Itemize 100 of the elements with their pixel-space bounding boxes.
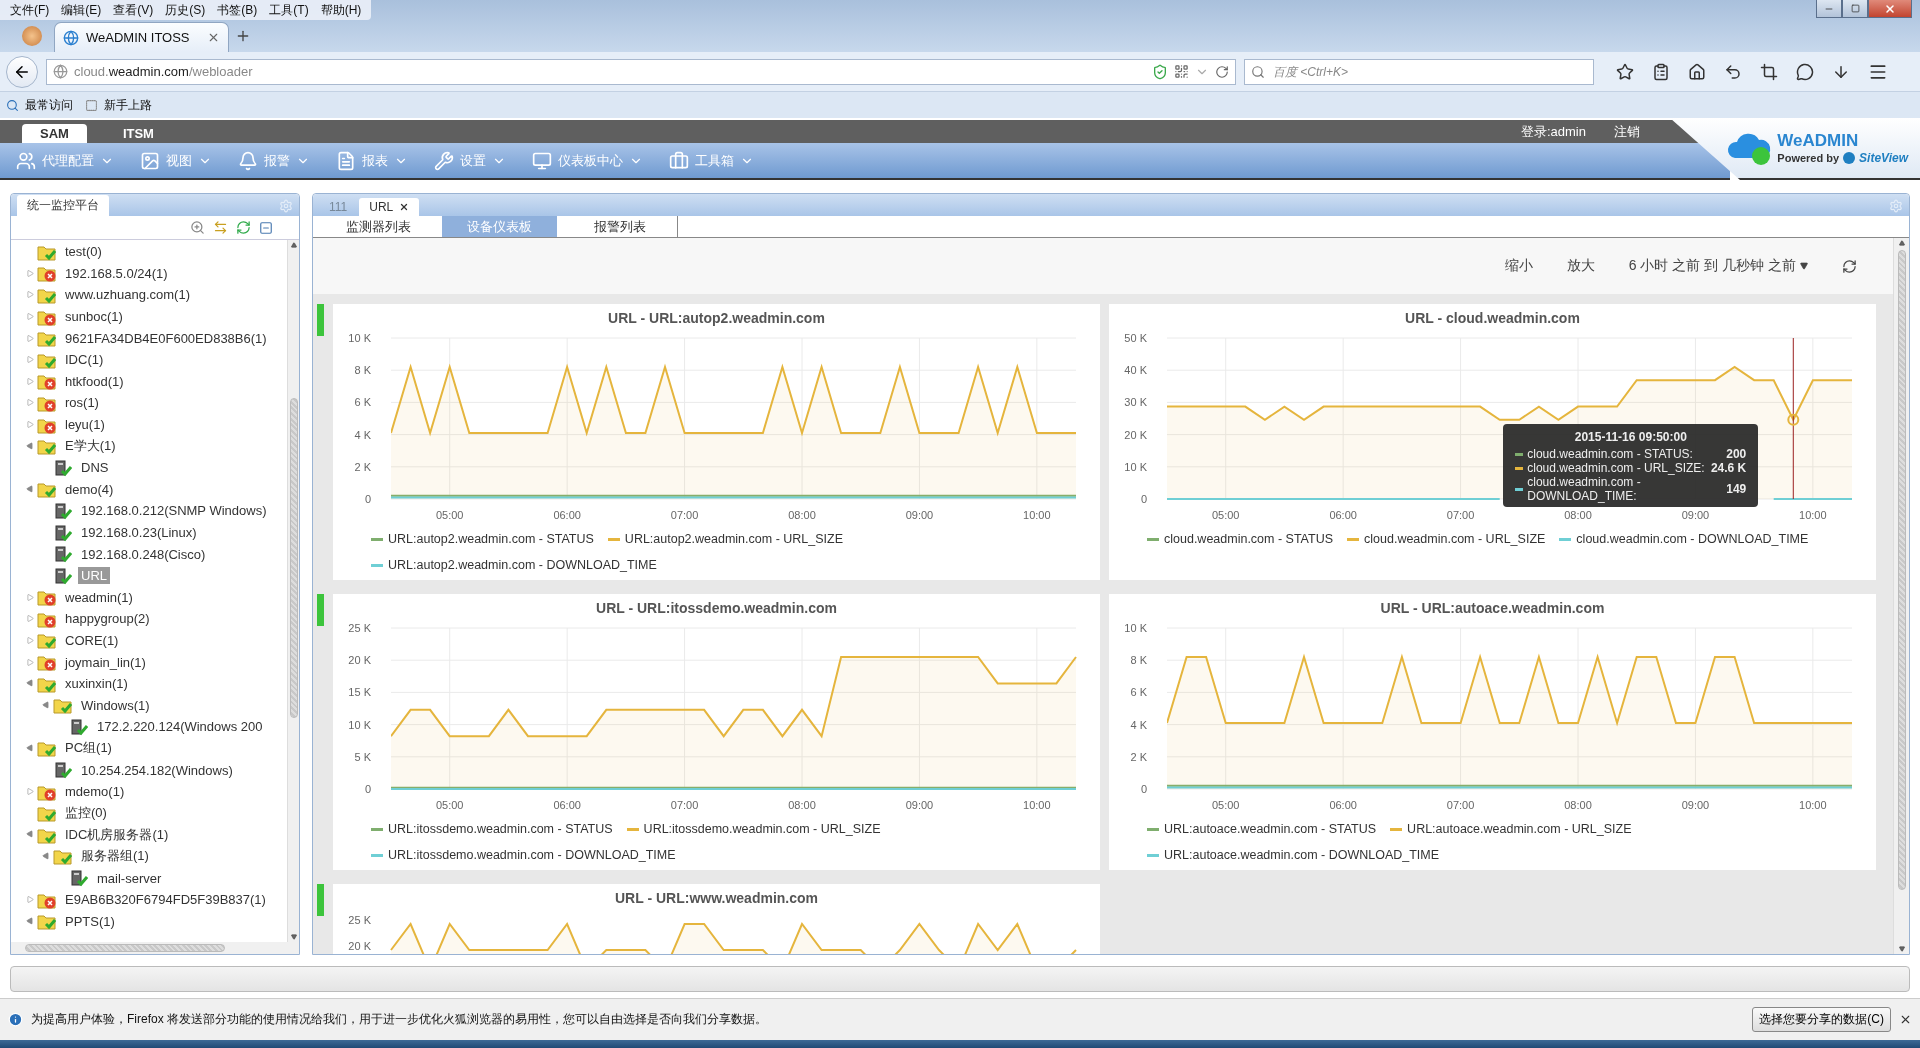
expanded-arrow-icon[interactable] [41, 851, 51, 862]
tree-item[interactable]: E学大(1) [62, 436, 119, 457]
legend-item[interactable]: cloud.weadmin.com - URL_SIZE [1364, 532, 1546, 546]
expanded-arrow-icon[interactable] [25, 743, 35, 754]
tree-item[interactable]: E9AB6B320F6794FD5F39B837(1) [62, 891, 269, 909]
zoom-in-button[interactable]: 放大 [1566, 257, 1595, 275]
chat-icon[interactable] [1796, 62, 1814, 81]
tree-item[interactable]: test(0) [62, 243, 105, 261]
legend-item[interactable]: URL:itossdemo.weadmin.com - DOWNLOAD_TIME [388, 848, 676, 862]
legend-item[interactable]: URL:autoace.weadmin.com - STATUS [1164, 822, 1377, 836]
tree-item[interactable]: happygroup(2) [62, 610, 153, 628]
tree-item[interactable]: www.uzhuang.com(1) [62, 286, 193, 304]
tree-item[interactable]: leyu(1) [62, 416, 108, 434]
crop-icon[interactable] [1760, 62, 1778, 81]
tree-item[interactable]: PPTS(1) [62, 912, 118, 930]
star-icon[interactable] [1616, 62, 1634, 81]
scrollbar[interactable] [287, 240, 299, 942]
expanded-arrow-icon[interactable] [25, 484, 35, 495]
legend-item[interactable]: URL:autop2.weadmin.com - STATUS [388, 532, 594, 546]
clipboard-icon[interactable] [1652, 62, 1670, 81]
swap-icon[interactable] [213, 220, 228, 235]
address-bar[interactable]: cloud.weadmin.com/webloader [46, 58, 1236, 85]
legend-item[interactable]: URL:autop2.weadmin.com - DOWNLOAD_TIME [388, 558, 657, 572]
scrollbar-thumb[interactable] [289, 398, 298, 718]
logout-link[interactable]: 注销 [1614, 122, 1640, 141]
expanded-arrow-icon[interactable] [25, 678, 35, 689]
bookmark-link[interactable]: 最常访问 [25, 96, 73, 114]
legend-item[interactable]: URL:autoace.weadmin.com - DOWNLOAD_TIME [1164, 848, 1440, 862]
menu-item[interactable]: 历史(S) [159, 0, 212, 20]
legend-item[interactable]: URL:itossdemo.weadmin.com - URL_SIZE [643, 822, 881, 836]
expanded-arrow-icon[interactable] [25, 830, 35, 840]
panel-tab[interactable]: URL [359, 198, 420, 216]
undo-icon[interactable] [1724, 62, 1742, 81]
tree-item[interactable]: 9621FA34DB4E0F600ED838B6(1) [62, 329, 270, 347]
tree-item[interactable]: joymain_lin(1) [62, 653, 149, 671]
menu-item[interactable]: 工具(T) [263, 0, 315, 20]
collapse-icon[interactable] [259, 220, 273, 235]
time-range-dropdown[interactable]: 6 小时 之前 到 几秒钟 之前 [1628, 257, 1808, 275]
tree-item[interactable]: 192.168.5.0/24(1) [62, 264, 171, 282]
close-icon[interactable] [1899, 1013, 1912, 1026]
legend-item[interactable]: cloud.weadmin.com - DOWNLOAD_TIME [1576, 532, 1809, 546]
tree-item[interactable]: 172.2.220.124(Windows 200 [94, 718, 266, 736]
zoom-out-button[interactable]: 缩小 [1504, 257, 1533, 275]
home-icon[interactable] [1688, 62, 1706, 81]
expanded-arrow-icon[interactable] [25, 441, 35, 451]
scrollbar-thumb[interactable] [25, 944, 225, 952]
close-button[interactable] [1868, 0, 1912, 18]
module-tab[interactable]: ITSM [104, 124, 172, 143]
tree-item[interactable]: htkfood(1) [62, 372, 127, 390]
scrollbar[interactable] [11, 942, 299, 954]
scroll-down-icon[interactable] [290, 934, 297, 940]
bookmark-link[interactable]: 新手上路 [104, 96, 152, 114]
close-icon[interactable] [207, 31, 220, 44]
scroll-down-icon[interactable] [1898, 946, 1905, 952]
tree-item[interactable]: mdemo(1) [62, 783, 128, 801]
menu-item[interactable]: 帮助(H) [314, 0, 368, 20]
browser-tab[interactable]: WeADMIN ITOSS [54, 22, 229, 52]
tree-item[interactable]: CORE(1) [62, 632, 122, 649]
module-tab[interactable]: SAM [22, 124, 87, 143]
search-icon[interactable] [190, 220, 205, 235]
search-field[interactable]: 百度 <Ctrl+K> [1244, 58, 1594, 85]
tree-item[interactable]: xuxinxin(1) [62, 675, 131, 693]
tree-item[interactable]: IDC(1) [62, 351, 107, 369]
tree-item[interactable]: 服务器组(1) [78, 846, 152, 867]
legend-item[interactable]: URL:autop2.weadmin.com - URL_SIZE [624, 532, 843, 546]
tree-item[interactable]: 192.168.0.248(Cisco) [78, 545, 209, 563]
legend-item[interactable]: cloud.weadmin.com - STATUS [1164, 532, 1334, 546]
share-data-button[interactable]: 选择您要分享的数据(C) [1752, 1007, 1891, 1032]
expanded-arrow-icon[interactable] [41, 700, 51, 711]
tree-item[interactable]: Windows(1) [78, 696, 153, 714]
legend-item[interactable]: URL:itossdemo.weadmin.com - STATUS [388, 822, 613, 836]
scroll-up-icon[interactable] [290, 242, 297, 248]
close-icon[interactable] [399, 202, 410, 212]
tree-item[interactable]: PC组(1) [62, 738, 115, 759]
tree-item[interactable]: DNS [78, 459, 112, 477]
tree-item[interactable]: 10.254.254.182(Windows) [78, 761, 236, 779]
menu-item[interactable]: 编辑(E) [55, 0, 108, 20]
tree-item[interactable]: sunboc(1) [62, 308, 126, 326]
back-button[interactable] [6, 55, 38, 88]
scroll-up-icon[interactable] [1898, 240, 1905, 246]
menu-item[interactable]: 书签(B) [211, 0, 264, 20]
menu-item[interactable]: 查看(V) [107, 0, 160, 20]
scrollbar[interactable] [1893, 238, 1909, 954]
panel-tab[interactable]: 统一监控平台 [17, 195, 109, 216]
expanded-arrow-icon[interactable] [25, 916, 35, 926]
qr-code-icon[interactable] [1174, 64, 1189, 79]
maximize-button[interactable] [1842, 0, 1868, 18]
menu-item[interactable]: 文件(F) [4, 0, 56, 20]
new-tab-button[interactable] [235, 28, 251, 44]
tree-item[interactable]: 192.168.0.212(SNMP Windows) [78, 502, 270, 520]
refresh-icon[interactable] [1842, 258, 1857, 274]
tree-item[interactable]: mail-server [94, 869, 165, 887]
tree-item[interactable]: demo(4) [62, 480, 117, 498]
tree-item[interactable]: weadmin(1) [62, 588, 136, 606]
tree-item[interactable]: 192.168.0.23(Linux) [78, 524, 200, 541]
reload-icon[interactable] [1215, 64, 1229, 79]
tree-item[interactable]: 监控(0) [62, 803, 110, 824]
tree-item[interactable]: ros(1) [62, 394, 102, 412]
minimize-button[interactable] [1816, 0, 1842, 18]
tree-item[interactable]: IDC机房服务器(1) [62, 824, 172, 845]
